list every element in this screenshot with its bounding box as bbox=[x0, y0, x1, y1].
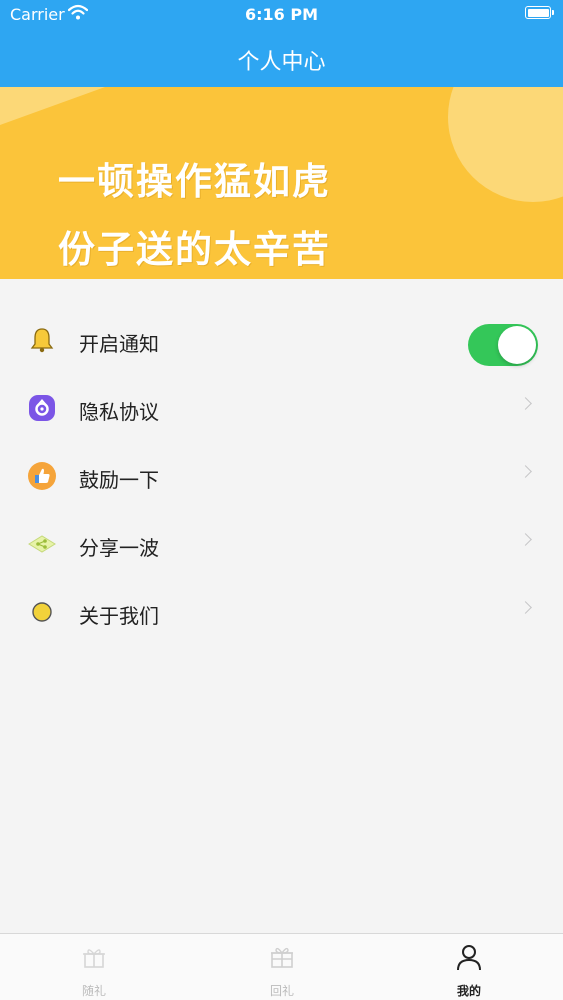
menu-item-share[interactable]: 分享一波 bbox=[0, 510, 563, 578]
menu-item-label: 隐私协议 bbox=[79, 400, 159, 424]
banner-slogan-line-2: 份子送的太辛苦 bbox=[58, 228, 331, 271]
menu-item-label: 鼓励一下 bbox=[79, 468, 159, 492]
banner-decoration bbox=[0, 87, 105, 125]
banner-decoration-circle bbox=[448, 87, 563, 202]
person-icon bbox=[457, 945, 481, 971]
chevron-right-icon bbox=[519, 533, 532, 546]
toggle-knob bbox=[498, 326, 536, 364]
menu-item-privacy-policy[interactable]: 隐私协议 bbox=[0, 374, 563, 442]
chevron-right-icon bbox=[519, 465, 532, 478]
bell-icon bbox=[30, 328, 54, 353]
menu-item-notifications: 开启通知 bbox=[0, 306, 563, 374]
info-circle-icon bbox=[32, 602, 52, 622]
share-icon bbox=[28, 535, 56, 553]
menu-item-label: 分享一波 bbox=[79, 536, 159, 560]
gift-icon bbox=[271, 947, 293, 968]
notifications-toggle[interactable] bbox=[468, 324, 538, 366]
battery-icon bbox=[525, 6, 554, 19]
tab-return-gift[interactable]: 回礼 bbox=[188, 934, 376, 1000]
tab-label: 我的 bbox=[456, 984, 481, 998]
tab-label: 回礼 bbox=[269, 984, 294, 998]
menu-item-label: 关于我们 bbox=[79, 604, 159, 628]
tab-mine[interactable]: 我的 bbox=[375, 934, 563, 1000]
banner-slogan-line-1: 一顿操作猛如虎 bbox=[58, 160, 331, 203]
menu-item-label: 开启通知 bbox=[79, 332, 159, 356]
menu-item-encourage[interactable]: 鼓励一下 bbox=[0, 442, 563, 510]
tab-gift-giving[interactable]: 随礼 bbox=[0, 934, 188, 1000]
page-title: 个人中心 bbox=[237, 50, 326, 75]
chevron-right-icon bbox=[519, 601, 532, 614]
privacy-lock-icon bbox=[29, 395, 55, 421]
top-header: Carrier 6:16 PM 个人中心 bbox=[0, 0, 563, 87]
status-bar: Carrier 6:16 PM bbox=[0, 0, 563, 30]
menu-item-about-us[interactable]: 关于我们 bbox=[0, 578, 563, 646]
chevron-right-icon bbox=[519, 397, 532, 410]
promo-banner: 一顿操作猛如虎 份子送的太辛苦 bbox=[0, 87, 563, 279]
gift-box-icon bbox=[83, 949, 105, 968]
tab-label: 随礼 bbox=[81, 984, 106, 998]
tab-bar: 随礼 回礼 我的 bbox=[0, 933, 563, 1000]
thumbs-up-icon bbox=[28, 462, 56, 490]
status-time: 6:16 PM bbox=[244, 5, 318, 24]
